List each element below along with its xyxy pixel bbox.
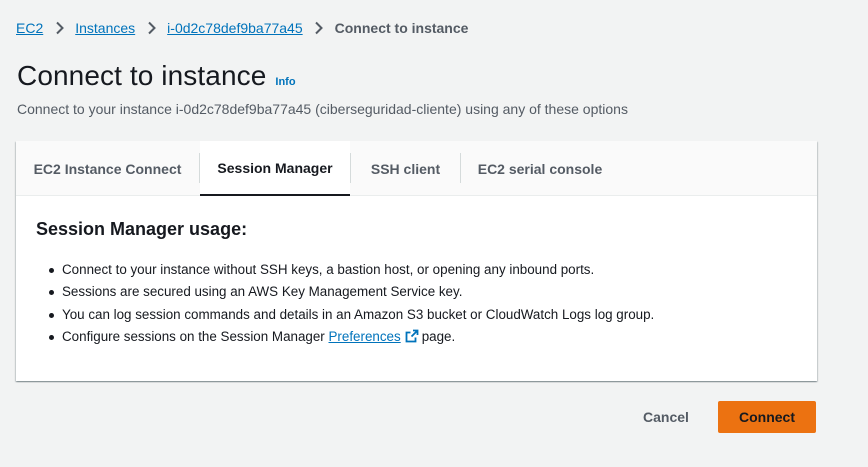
tab-ec2-instance-connect[interactable]: EC2 Instance Connect (16, 141, 199, 196)
breadcrumb-instances-link[interactable]: Instances (75, 20, 135, 36)
preferences-link[interactable]: Preferences (329, 329, 401, 344)
chevron-right-icon (135, 21, 167, 35)
tab-ec2-serial-console[interactable]: EC2 serial console (461, 141, 619, 196)
breadcrumb-ec2-link[interactable]: EC2 (16, 20, 43, 36)
page-header: Connect to instance Info (17, 60, 296, 92)
info-link[interactable]: Info (275, 76, 295, 88)
breadcrumb-current: Connect to instance (334, 20, 469, 36)
list-item: Sessions are secured using an AWS Key Ma… (48, 283, 654, 305)
tab-ssh-client[interactable]: SSH client (351, 141, 460, 196)
list-item: Connect to your instance without SSH key… (48, 261, 654, 283)
configure-suffix-text: page. (421, 328, 456, 344)
page-subtitle: Connect to your instance i-0d2c78def9ba7… (17, 101, 628, 117)
tab-bar: EC2 Instance Connect Session Manager SSH… (16, 141, 817, 196)
breadcrumb: EC2 Instances i-0d2c78def9ba77a45 Connec… (16, 18, 468, 38)
cancel-button[interactable]: Cancel (626, 401, 706, 433)
list-item: Configure sessions on the Session Manage… (48, 328, 654, 350)
list-item: You can log session commands and details… (48, 306, 654, 328)
connect-button[interactable]: Connect (718, 401, 816, 433)
external-link-icon[interactable] (405, 329, 419, 348)
page-title: Connect to instance (17, 60, 267, 91)
connect-options-panel: EC2 Instance Connect Session Manager SSH… (16, 141, 817, 381)
usage-list: Connect to your instance without SSH key… (48, 261, 654, 350)
breadcrumb-instance-id-link[interactable]: i-0d2c78def9ba77a45 (167, 20, 302, 36)
configure-prefix-text: Configure sessions on the Session Manage… (62, 328, 325, 344)
session-manager-heading: Session Manager usage: (36, 219, 248, 239)
chevron-right-icon (303, 21, 335, 35)
chevron-right-icon (43, 21, 75, 35)
tab-session-manager[interactable]: Session Manager (200, 141, 350, 196)
